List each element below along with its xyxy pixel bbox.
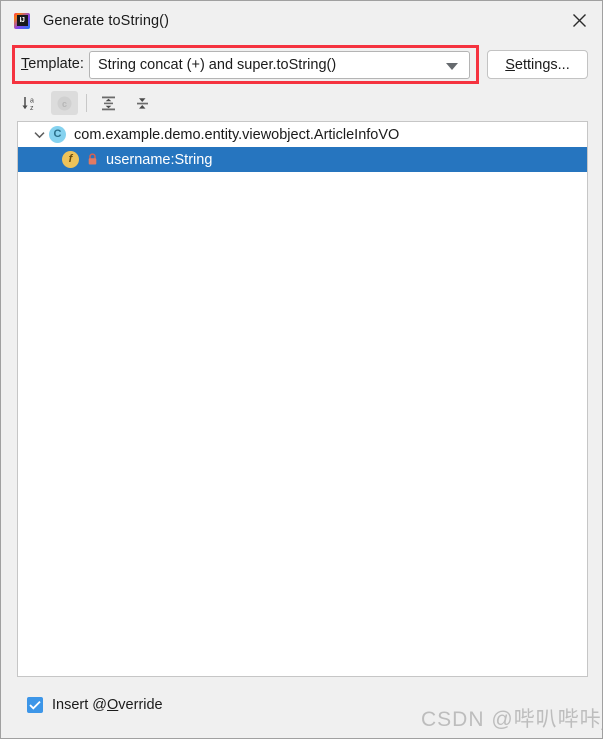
checkmark-icon [27,697,43,713]
members-tree-panel[interactable]: C com.example.demo.entity.viewobject.Art… [17,121,588,677]
lock-icon [86,153,98,167]
dialog-button-bar: Insert @Override ? OK Select None Cancel [1,685,602,738]
collapse-all-button[interactable] [129,91,156,115]
field-icon: f [62,151,79,168]
intellij-idea-icon: IJ [14,12,30,29]
show-inherited-button[interactable]: c [51,91,78,115]
tree-row-field[interactable]: f username:String [18,147,587,172]
class-icon: C [49,126,66,143]
insert-override-label: Insert @Override [52,697,163,713]
template-label: Template: [21,56,84,72]
chevron-down-icon[interactable] [29,131,49,139]
generate-tostring-dialog: IJ Generate toString() Template: String … [0,0,603,739]
template-combobox[interactable]: String concat (+) and super.toString() [89,51,470,79]
chevron-down-icon [446,63,458,70]
insert-override-checkbox[interactable]: Insert @Override [27,697,163,713]
close-icon[interactable] [556,1,602,40]
tree-row-class[interactable]: C com.example.demo.entity.viewobject.Art… [18,122,587,147]
tree-field-label: username:String [106,151,213,168]
tree-class-label: com.example.demo.entity.viewobject.Artic… [74,126,400,143]
template-row: Template: String concat (+) and super.to… [1,45,602,89]
sort-alphabetically-button[interactable]: a z [17,91,44,115]
title-bar: IJ Generate toString() [1,1,602,40]
svg-text:z: z [30,105,34,112]
toolbar-separator [86,94,87,112]
settings-button[interactable]: Settings... [487,50,588,79]
svg-text:a: a [30,97,34,104]
template-selected-value: String concat (+) and super.toString() [98,57,337,73]
page-title: Generate toString() [43,12,170,29]
tree-toolbar: a z c [17,90,156,116]
expand-all-button[interactable] [95,91,122,115]
svg-text:c: c [62,99,67,109]
